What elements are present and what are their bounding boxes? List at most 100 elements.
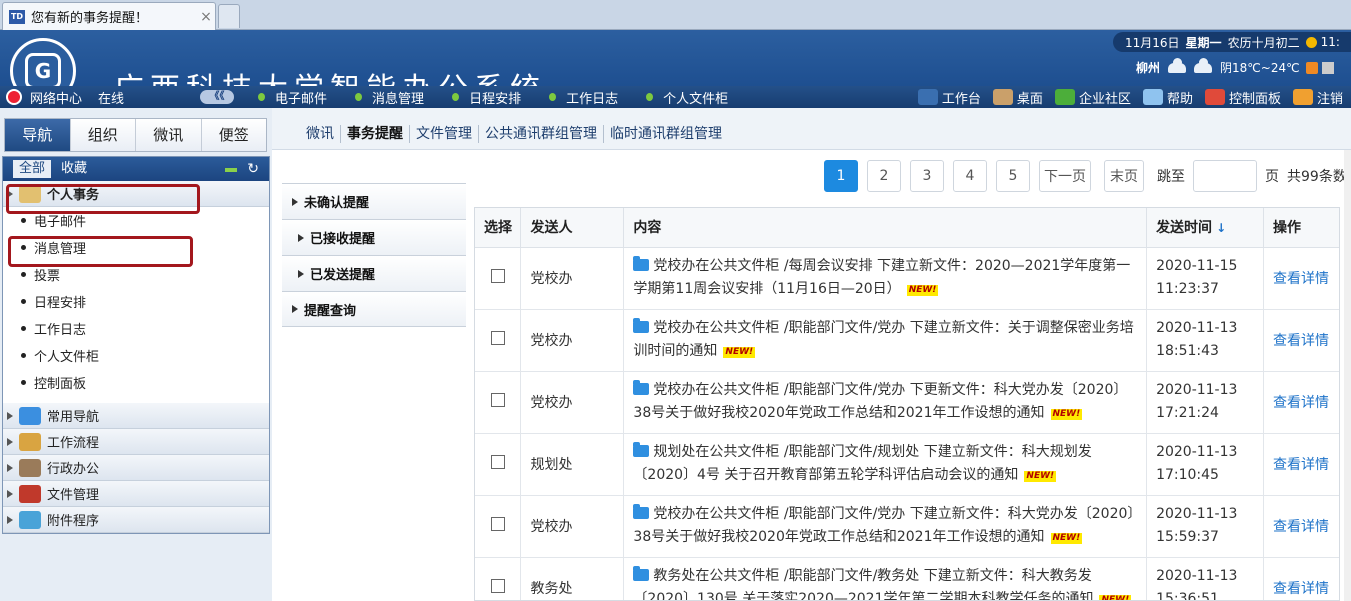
quick-menu-email[interactable]: 电子邮件 — [258, 88, 327, 107]
sidebar-group-personal[interactable]: 个人事务 — [3, 181, 269, 207]
rss-icon[interactable] — [1305, 61, 1318, 74]
expand-arrow-icon — [7, 189, 13, 198]
sidebar-tab-micromsg[interactable]: 微讯 — [136, 119, 202, 151]
page-scrollbar[interactable] — [1344, 150, 1351, 601]
content-cell[interactable]: 教务处在公共文件柜 /职能部门文件/教务处 下建立新文件：科大教务发〔2020〕… — [623, 557, 1148, 600]
sidebar-tab-nav[interactable]: 导航 — [5, 119, 71, 151]
desktop-button[interactable]: 桌面 — [992, 88, 1043, 107]
table-row: 党校办 党校办在公共文件柜 /职能部门文件/党办 下建立新文件：关于调整保密业务培… — [475, 309, 1339, 372]
content-cell[interactable]: 规划处在公共文件柜 /职能部门文件/规划处 下建立新文件：科大规划发〔2020〕… — [623, 433, 1148, 496]
date-text: 11月16日 — [1125, 35, 1180, 50]
help-button[interactable]: 帮助 — [1142, 88, 1193, 107]
sidebar-item-vote[interactable]: 投票 — [3, 261, 269, 288]
quick-menu-worklog[interactable]: 工作日志 — [549, 88, 618, 107]
sidebar-group-attachments[interactable]: 附件程序 — [3, 507, 269, 533]
sort-down-icon[interactable]: ↓ — [1216, 221, 1226, 235]
page-button-2[interactable]: 2 — [867, 160, 901, 192]
control-panel-button[interactable]: 控制面板 — [1204, 88, 1281, 107]
sidebar-item-file-cabinet[interactable]: 个人文件柜 — [3, 342, 269, 369]
tab-close-icon[interactable]: × — [197, 9, 215, 25]
view-details-link[interactable]: 查看详情 — [1273, 271, 1329, 287]
row-checkbox[interactable] — [491, 455, 505, 469]
user-status: 网络中心 在线 — [30, 88, 140, 107]
panel-tab-favorites[interactable]: 收藏 — [55, 160, 93, 178]
row-checkbox[interactable] — [491, 517, 505, 531]
nav-panel-header: 全部 收藏 ↻ — [3, 157, 269, 181]
page-jump-input[interactable] — [1193, 160, 1257, 192]
sidebar-tab-org[interactable]: 组织 — [70, 119, 136, 151]
reminder-filter-panel: 未确认提醒 已接收提醒 已发送提醒 提醒查询 — [282, 183, 466, 327]
content-cell[interactable]: 党校办在公共文件柜 /职能部门文件/党办 下建立新文件：关于调整保密业务培训时间… — [623, 309, 1148, 372]
last-page-button[interactable]: 末页 — [1104, 160, 1144, 192]
tab-reminders[interactable]: 事务提醒 — [341, 125, 410, 143]
workbench-button[interactable]: 工作台 — [917, 88, 981, 107]
page-button-1[interactable]: 1 — [824, 160, 858, 192]
view-details-link[interactable]: 查看详情 — [1273, 395, 1329, 411]
sidebar-group-common-nav[interactable]: 常用导航 — [3, 403, 269, 429]
logout-icon — [1292, 89, 1313, 105]
sidebar-tab-notes[interactable]: 便签 — [201, 119, 266, 151]
view-details-link[interactable]: 查看详情 — [1273, 519, 1329, 535]
bullet-icon — [21, 218, 26, 223]
logout-button[interactable]: 注销 — [1292, 88, 1343, 107]
app-window: TD 您有新的事务提醒！ × G 广西科技大学智能办公系统 11月16日 星期一… — [0, 0, 1351, 601]
col-header-select: 选择 — [475, 208, 522, 248]
minimize-icon[interactable] — [225, 168, 237, 172]
sidebar-group-files[interactable]: 文件管理 — [3, 481, 269, 507]
col-header-time[interactable]: 发送时间 ↓ — [1146, 208, 1265, 248]
view-details-link[interactable]: 查看详情 — [1273, 457, 1329, 473]
page-button-5[interactable]: 5 — [996, 160, 1030, 192]
tab-temp-groups[interactable]: 临时通讯群组管理 — [604, 125, 728, 143]
page-button-3[interactable]: 3 — [910, 160, 944, 192]
row-checkbox[interactable] — [491, 393, 505, 407]
content-cell[interactable]: 党校办在公共文件柜 /职能部门文件/党办 下建立新文件：科大党办发〔2020〕3… — [623, 495, 1148, 558]
quick-menu-messages[interactable]: 消息管理 — [355, 88, 424, 107]
sidebar-item-email[interactable]: 电子邮件 — [3, 207, 269, 234]
sidebar-item-messages[interactable]: 消息管理 — [3, 234, 269, 261]
file-management-icon — [19, 484, 41, 503]
filter-received[interactable]: 已接收提醒 — [282, 219, 466, 255]
quick-menu-file-cabinet[interactable]: 个人文件柜 — [646, 88, 728, 107]
user-avatar-icon[interactable] — [6, 89, 22, 105]
clock-icon — [1305, 36, 1317, 48]
row-checkbox[interactable] — [491, 579, 505, 593]
tab-public-groups[interactable]: 公共通讯群组管理 — [479, 125, 604, 143]
more-icon[interactable] — [1321, 61, 1334, 74]
quick-menu-schedule[interactable]: 日程安排 — [452, 88, 521, 107]
browser-tab[interactable]: TD 您有新的事务提醒！ × — [2, 2, 216, 30]
filter-search[interactable]: 提醒查询 — [282, 291, 466, 327]
green-dot-icon — [452, 93, 460, 101]
view-details-link[interactable]: 查看详情 — [1273, 581, 1329, 597]
tab-micromsg[interactable]: 微讯 — [300, 125, 341, 143]
collapse-sidebar-button[interactable]: 《《 — [200, 90, 235, 104]
time-text: 11: — [1320, 35, 1340, 49]
personal-affairs-icon — [19, 184, 41, 203]
action-cell: 查看详情 — [1263, 371, 1339, 434]
bullet-icon — [21, 353, 26, 358]
panel-tab-all[interactable]: 全部 — [13, 160, 52, 178]
group-label: 行政办公 — [47, 462, 100, 477]
row-checkbox[interactable] — [491, 331, 505, 345]
filter-sent[interactable]: 已发送提醒 — [282, 255, 466, 291]
sidebar-item-worklog[interactable]: 工作日志 — [3, 315, 269, 342]
new-tab-button[interactable] — [218, 4, 240, 28]
sidebar-group-admin[interactable]: 行政办公 — [3, 455, 269, 481]
page-button-4[interactable]: 4 — [953, 160, 987, 192]
row-checkbox[interactable] — [491, 269, 505, 283]
attachment-program-icon — [19, 510, 41, 529]
row-select-cell — [475, 433, 522, 496]
sent-date: 2020-11-15 — [1156, 258, 1238, 274]
right-menu-label: 帮助 — [1166, 91, 1193, 107]
content-cell[interactable]: 党校办在公共文件柜 /每周会议安排 下建立新文件：2020—2021学年度第一学… — [623, 247, 1148, 310]
community-button[interactable]: 企业社区 — [1054, 88, 1131, 107]
content-cell[interactable]: 党校办在公共文件柜 /职能部门文件/党办 下更新文件：科大党办发〔2020〕38… — [623, 371, 1148, 434]
filter-unconfirmed[interactable]: 未确认提醒 — [282, 183, 466, 219]
next-page-button[interactable]: 下一页 — [1039, 160, 1091, 192]
sidebar-group-workflow[interactable]: 工作流程 — [3, 429, 269, 455]
view-details-link[interactable]: 查看详情 — [1273, 333, 1329, 349]
sidebar-item-control-panel[interactable]: 控制面板 — [3, 369, 269, 396]
refresh-icon[interactable]: ↻ — [247, 161, 259, 177]
tab-file-management[interactable]: 文件管理 — [410, 125, 479, 143]
sidebar-item-schedule[interactable]: 日程安排 — [3, 288, 269, 315]
weekday-text: 星期一 — [1185, 35, 1222, 50]
